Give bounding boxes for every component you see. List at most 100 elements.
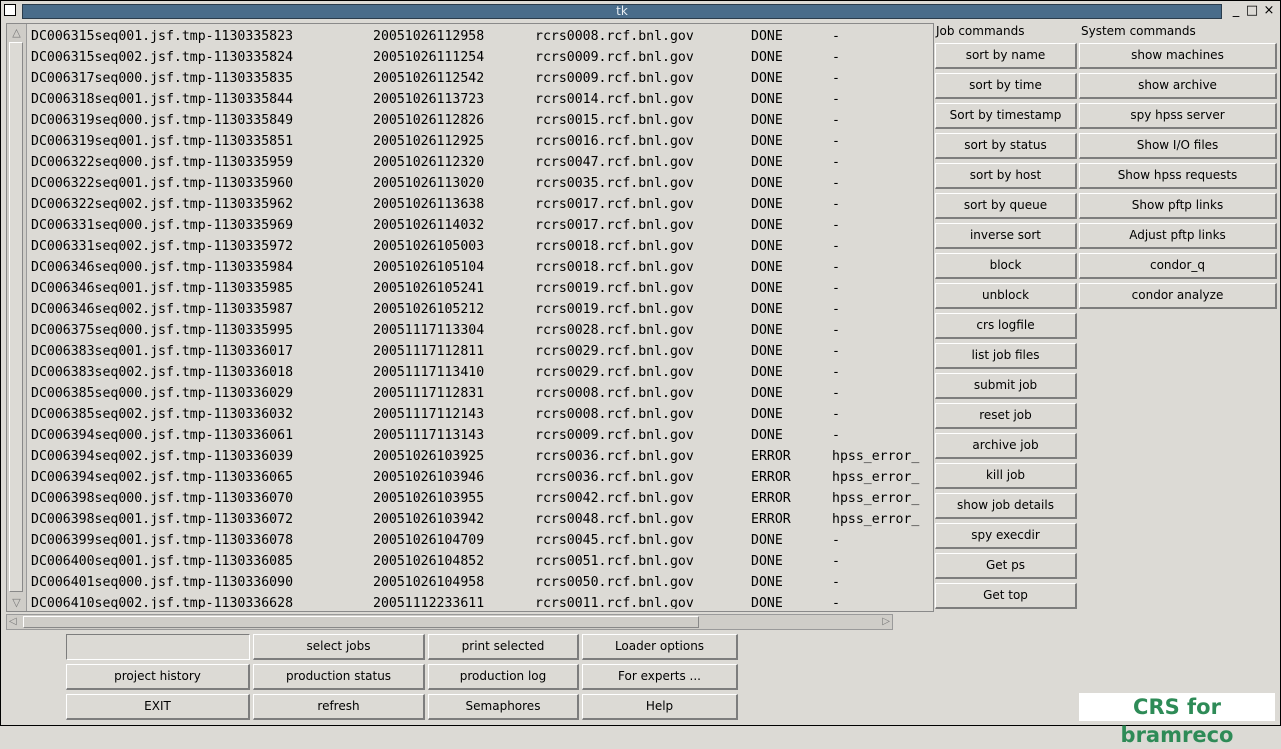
exit-button[interactable]: EXIT — [66, 694, 250, 720]
show-i-o-files-button[interactable]: Show I/O files — [1079, 133, 1277, 159]
job-row[interactable]: DC006400seq001.jsf.tmp-1130336085 2005102… — [29, 551, 931, 572]
refresh-button[interactable]: refresh — [253, 694, 425, 720]
job-status: ERROR — [751, 470, 791, 485]
job-name: DC006394seq000.jsf.tmp-1130336061 — [31, 428, 294, 443]
project-history-button[interactable]: project history — [66, 664, 250, 690]
job-host: rcrs0019.rcf.bnl.gov — [535, 281, 694, 296]
sort-by-status-button[interactable]: sort by status — [935, 133, 1077, 159]
job-row[interactable]: DC006394seq000.jsf.tmp-1130336061 2005111… — [29, 425, 931, 446]
job-name: DC006322seq001.jsf.tmp-1130335960 — [31, 176, 294, 191]
select-jobs-button[interactable]: select jobs — [253, 634, 425, 660]
unblock-button[interactable]: unblock — [935, 283, 1077, 309]
minimize-icon[interactable]: _ — [1229, 3, 1243, 18]
job-row[interactable]: DC006383seq002.jsf.tmp-1130336018 2005111… — [29, 362, 931, 383]
job-row[interactable]: DC006394seq002.jsf.tmp-1130336065 2005102… — [29, 467, 931, 488]
job-row[interactable]: DC006401seq000.jsf.tmp-1130336090 2005102… — [29, 572, 931, 593]
job-row[interactable]: DC006398seq001.jsf.tmp-1130336072 2005102… — [29, 509, 931, 530]
submit-job-button[interactable]: submit job — [935, 373, 1077, 399]
job-host: rcrs0042.rcf.bnl.gov — [535, 491, 694, 506]
horizontal-scrollbar[interactable]: ◁ ▷ — [6, 614, 893, 630]
job-row[interactable]: DC006318seq001.jsf.tmp-1130335844 2005102… — [29, 89, 931, 110]
job-time: 20051026113638 — [373, 197, 485, 212]
job-row[interactable]: DC006322seq002.jsf.tmp-1130335962 2005102… — [29, 194, 931, 215]
job-row[interactable]: DC006346seq002.jsf.tmp-1130335987 2005102… — [29, 299, 931, 320]
print-selected-button[interactable]: print selected — [428, 634, 579, 660]
sort-by-timestamp-button[interactable]: Sort by timestamp — [935, 103, 1077, 129]
job-row[interactable]: DC006399seq001.jsf.tmp-1130336078 2005102… — [29, 530, 931, 551]
job-name: DC006398seq000.jsf.tmp-1130336070 — [31, 491, 294, 506]
for-experts-button[interactable]: For experts ... — [582, 664, 738, 690]
production-log-button[interactable]: production log — [428, 664, 579, 690]
show-archive-button[interactable]: show archive — [1079, 73, 1277, 99]
show-machines-button[interactable]: show machines — [1079, 43, 1277, 69]
semaphores-button[interactable]: Semaphores — [428, 694, 579, 720]
list-job-files-button[interactable]: list job files — [935, 343, 1077, 369]
inverse-sort-button[interactable]: inverse sort — [935, 223, 1077, 249]
job-status: ERROR — [751, 491, 791, 506]
sort-by-time-button[interactable]: sort by time — [935, 73, 1077, 99]
get-top-button[interactable]: Get top — [935, 583, 1077, 609]
job-row[interactable]: DC006315seq002.jsf.tmp-1130335824 2005102… — [29, 47, 931, 68]
get-ps-button[interactable]: Get ps — [935, 553, 1077, 579]
title-bar-strip[interactable]: tk — [22, 4, 1222, 19]
job-row[interactable]: DC006383seq001.jsf.tmp-1130336017 2005111… — [29, 341, 931, 362]
job-time: 20051026112320 — [373, 155, 485, 170]
vertical-scrollbar[interactable]: △ ▽ — [7, 24, 27, 611]
job-row[interactable]: DC006385seq000.jsf.tmp-1130336029 2005111… — [29, 383, 931, 404]
job-row[interactable]: DC006315seq001.jsf.tmp-1130335823 2005102… — [29, 26, 931, 47]
spy-execdir-button[interactable]: spy execdir — [935, 523, 1077, 549]
job-row[interactable]: DC006331seq002.jsf.tmp-1130335972 2005102… — [29, 236, 931, 257]
job-host: rcrs0016.rcf.bnl.gov — [535, 134, 694, 149]
scroll-down-icon[interactable]: ▽ — [10, 596, 23, 609]
job-row[interactable]: DC006346seq000.jsf.tmp-1130335984 2005102… — [29, 257, 931, 278]
job-row[interactable]: DC006322seq000.jsf.tmp-1130335959 2005102… — [29, 152, 931, 173]
crs-logfile-button[interactable]: crs logfile — [935, 313, 1077, 339]
help-button[interactable]: Help — [582, 694, 738, 720]
system-commands-header: System commands — [1081, 24, 1196, 38]
job-row[interactable]: DC006346seq001.jsf.tmp-1130335985 2005102… — [29, 278, 931, 299]
block-button[interactable]: block — [935, 253, 1077, 279]
condor-analyze-button[interactable]: condor analyze — [1079, 283, 1277, 309]
job-row[interactable]: DC006398seq000.jsf.tmp-1130336070 2005102… — [29, 488, 931, 509]
condor-q-button[interactable]: condor_q — [1079, 253, 1277, 279]
production-status-button[interactable]: production status — [253, 664, 425, 690]
job-note: - — [832, 407, 840, 422]
spy-hpss-server-button[interactable]: spy hpss server — [1079, 103, 1277, 129]
show-job-details-button[interactable]: show job details — [935, 493, 1077, 519]
job-row[interactable]: DC006410seq002.jsf.tmp-1130336628 2005111… — [29, 593, 931, 609]
scroll-up-icon[interactable]: △ — [10, 26, 23, 39]
reset-job-button[interactable]: reset job — [935, 403, 1077, 429]
show-pftp-links-button[interactable]: Show pftp links — [1079, 193, 1277, 219]
job-row[interactable]: DC006375seq000.jsf.tmp-1130335995 2005111… — [29, 320, 931, 341]
show-hpss-requests-button[interactable]: Show hpss requests — [1079, 163, 1277, 189]
scroll-thumb[interactable] — [9, 42, 23, 592]
job-time: 20051026104852 — [373, 554, 485, 569]
horizontal-scroll-thumb[interactable] — [23, 616, 699, 628]
job-status: DONE — [751, 92, 783, 107]
maximize-icon[interactable]: □ — [1245, 3, 1259, 18]
archive-job-button[interactable]: archive job — [935, 433, 1077, 459]
kill-job-button[interactable]: kill job — [935, 463, 1077, 489]
window-menu-icon[interactable] — [4, 4, 16, 16]
job-name: DC006331seq002.jsf.tmp-1130335972 — [31, 239, 294, 254]
job-row[interactable]: DC006319seq000.jsf.tmp-1130335849 2005102… — [29, 110, 931, 131]
job-row[interactable]: DC006331seq000.jsf.tmp-1130335969 2005102… — [29, 215, 931, 236]
command-entry[interactable] — [66, 634, 250, 660]
sort-by-host-button[interactable]: sort by host — [935, 163, 1077, 189]
job-row[interactable]: DC006394seq002.jsf.tmp-1130336039 2005102… — [29, 446, 931, 467]
job-note: hpss_error_ — [832, 491, 920, 506]
job-list[interactable]: DC006315seq001.jsf.tmp-1130335823 2005102… — [29, 26, 931, 609]
job-row[interactable]: DC006317seq000.jsf.tmp-1130335835 2005102… — [29, 68, 931, 89]
loader-options-button[interactable]: Loader options — [582, 634, 738, 660]
scroll-left-icon[interactable]: ◁ — [9, 615, 17, 629]
sort-by-queue-button[interactable]: sort by queue — [935, 193, 1077, 219]
job-name: DC006322seq000.jsf.tmp-1130335959 — [31, 155, 294, 170]
scroll-right-icon[interactable]: ▷ — [882, 615, 890, 629]
close-icon[interactable]: × — [1262, 3, 1276, 18]
sort-by-name-button[interactable]: sort by name — [935, 43, 1077, 69]
job-note: - — [832, 71, 840, 86]
job-row[interactable]: DC006322seq001.jsf.tmp-1130335960 2005102… — [29, 173, 931, 194]
adjust-pftp-links-button[interactable]: Adjust pftp links — [1079, 223, 1277, 249]
job-row[interactable]: DC006385seq002.jsf.tmp-1130336032 2005111… — [29, 404, 931, 425]
job-row[interactable]: DC006319seq001.jsf.tmp-1130335851 2005102… — [29, 131, 931, 152]
